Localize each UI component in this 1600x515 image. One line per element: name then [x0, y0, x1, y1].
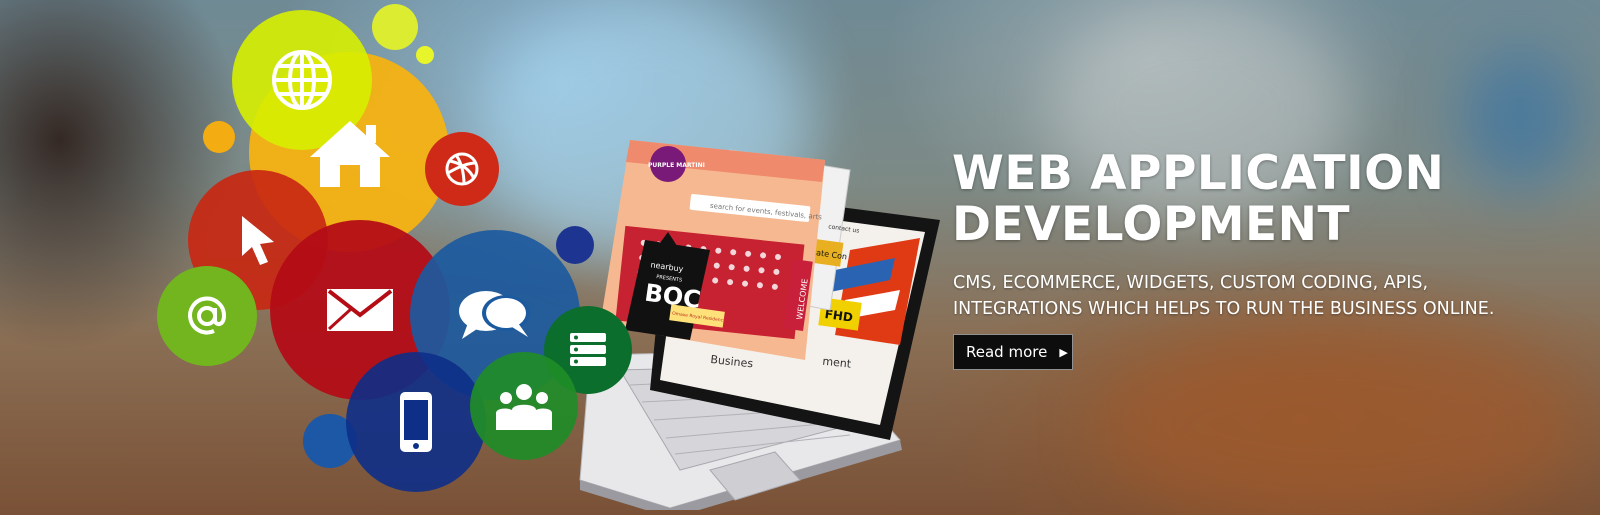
hero-headline-line2: DEVELOPMENT [952, 197, 1351, 252]
bg-blur-blue [1460, 50, 1580, 190]
bubble-home-overlay [300, 108, 400, 198]
bubble-mobile [346, 352, 486, 492]
bubble-dribbble [425, 132, 499, 206]
bubble-tiny-lime [416, 46, 434, 64]
bubble-small-navy [556, 226, 594, 264]
bubble-tiny-yellow [372, 4, 418, 50]
server-icon [570, 333, 606, 366]
hero-subhead-line1: CMS, ECOMMERCE, WIDGETS, CUSTOM CODING, … [953, 273, 1429, 293]
home-icon [310, 121, 390, 187]
dribbble-icon [445, 152, 479, 186]
read-more-button[interactable]: Read more ▶ [953, 334, 1073, 370]
chat-icon [459, 291, 530, 339]
envelope-icon [327, 289, 393, 331]
bubble-people [470, 352, 578, 460]
hero-headline: WEB APPLICATION DEVELOPMENT [952, 148, 1444, 250]
bg-blur-table [1100, 330, 1580, 515]
read-more-label: Read more [966, 343, 1048, 361]
play-arrow-icon: ▶ [1059, 345, 1068, 359]
hero-headline-line1: WEB APPLICATION [952, 146, 1445, 201]
people-icon [496, 384, 552, 430]
hero-subhead-line2: INTEGRATIONS WHICH HELPS TO RUN THE BUSI… [953, 299, 1495, 319]
purple-martini-label: PURPLE MARTINI [648, 162, 705, 169]
email-at-icon [188, 296, 227, 335]
bubble-small-orange [203, 121, 235, 153]
mobile-icon [400, 392, 432, 452]
globe-icon [272, 50, 332, 110]
cursor-icon [242, 216, 274, 265]
hero-subhead: CMS, ECOMMERCE, WIDGETS, CUSTOM CODING, … [953, 270, 1494, 322]
hero-banner: FHD Estate Con contact us search for eve… [0, 0, 1600, 515]
bubble-at [157, 266, 257, 366]
